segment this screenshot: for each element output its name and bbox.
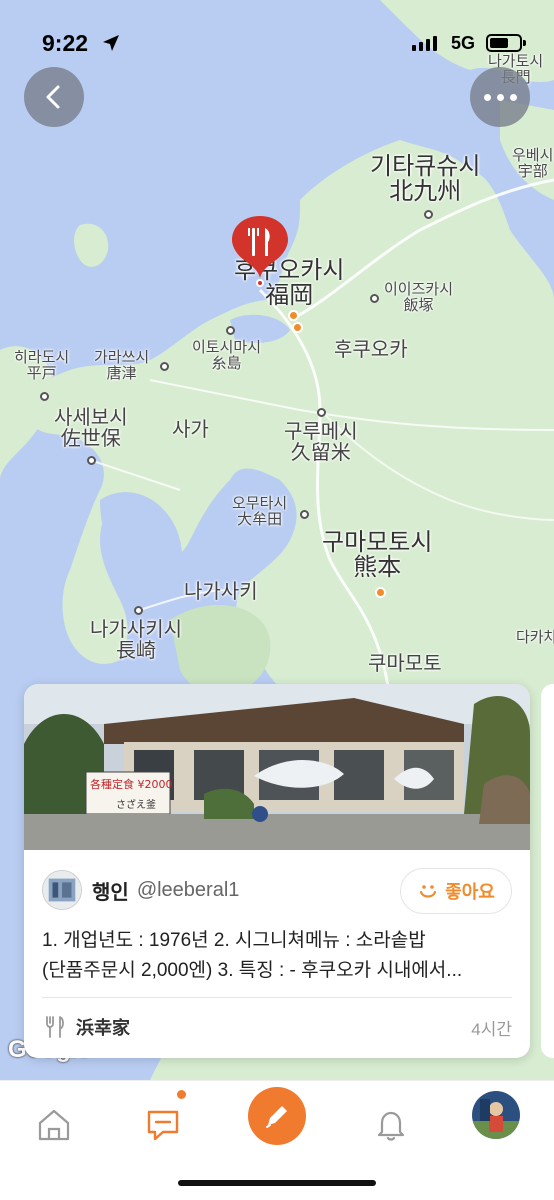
write-button[interactable] bbox=[248, 1087, 306, 1145]
smile-icon bbox=[420, 885, 437, 898]
place-name: 浜幸家 bbox=[76, 1018, 130, 1038]
like-button[interactable]: 좋아요 bbox=[400, 868, 512, 914]
pin-location-dot bbox=[256, 279, 264, 287]
map-label-dakacha: 다카차 bbox=[516, 629, 554, 646]
map-label-nagasaki: 나가사키 bbox=[184, 581, 258, 603]
city-dot bbox=[300, 510, 309, 519]
map-label-saga: 사가 bbox=[172, 419, 209, 441]
profile-avatar[interactable] bbox=[472, 1091, 520, 1139]
map-label-fukuoka-pref: 후쿠오카 bbox=[334, 339, 408, 361]
city-dot bbox=[226, 326, 235, 335]
avatar bbox=[42, 870, 82, 910]
map-label-karatsu: 가라쓰시 唐津 bbox=[94, 349, 150, 382]
pencil-icon bbox=[266, 1106, 287, 1128]
tab-notifications[interactable] bbox=[361, 1095, 421, 1155]
city-dot bbox=[160, 362, 169, 371]
post-body-line-2: (단품주문시 2,000엔) 3. 특징 : - 후쿠오카 시내에서... bbox=[42, 960, 463, 981]
city-dot bbox=[424, 210, 433, 219]
poi-dot bbox=[292, 322, 303, 333]
author-info[interactable]: 행인 @leeberal1 bbox=[42, 870, 239, 910]
city-dot bbox=[87, 456, 96, 465]
signal-icon bbox=[412, 36, 437, 51]
more-horizontal-icon bbox=[483, 93, 517, 101]
poi-dot bbox=[288, 310, 299, 321]
utensils-icon bbox=[46, 1016, 64, 1038]
map-label-itoshima: 이토시마시 糸島 bbox=[192, 339, 262, 372]
map-label-ube: 우베시 宇部 bbox=[512, 147, 554, 180]
divider bbox=[42, 997, 512, 998]
place-link[interactable]: 浜幸家 bbox=[44, 1014, 130, 1040]
chat-notification-badge bbox=[177, 1090, 186, 1099]
chevron-left-icon bbox=[46, 85, 60, 109]
map-label-kumamoto-pref: 쿠마모토 bbox=[368, 653, 442, 675]
home-icon bbox=[38, 1109, 70, 1141]
post-body: 1. 개업년도 : 1976년 2. 시그니쳐메뉴 : 소라솥밥 (단품주문시 … bbox=[42, 926, 514, 986]
status-time: 9:22 bbox=[42, 30, 89, 56]
location-arrow-icon bbox=[103, 35, 119, 51]
status-bar: 9:22 5G bbox=[0, 0, 554, 80]
map-label-iizuka: 이이즈카시 飯塚 bbox=[384, 281, 454, 314]
city-dot bbox=[134, 606, 143, 615]
city-dot bbox=[40, 392, 49, 401]
city-dot bbox=[370, 294, 379, 303]
home-indicator bbox=[178, 1180, 376, 1186]
battery-icon bbox=[486, 34, 526, 52]
restaurant-photo: 各種定食 ¥2000 さざえ釜 bbox=[24, 684, 530, 850]
author-name: 행인 bbox=[92, 881, 129, 904]
restaurant-pin-icon[interactable] bbox=[230, 214, 290, 280]
map-label-hirado: 히라도시 平戸 bbox=[14, 349, 70, 382]
map-label-kurume: 구루메시 久留米 bbox=[284, 421, 358, 464]
post-card[interactable]: 各種定食 ¥2000 さざえ釜 행인 @leeberal1 좋아요 1. 개업년… bbox=[24, 684, 530, 1058]
poi-dot bbox=[375, 587, 386, 598]
post-time: 4시간 bbox=[471, 1020, 512, 1039]
chat-icon bbox=[147, 1110, 179, 1141]
bell-icon bbox=[377, 1111, 405, 1141]
city-dot bbox=[317, 408, 326, 417]
next-card-peek[interactable] bbox=[541, 684, 554, 1058]
like-label: 좋아요 bbox=[445, 882, 495, 902]
tab-home[interactable] bbox=[24, 1095, 84, 1155]
photo-sign-text: 各種定食 ¥2000 bbox=[90, 777, 173, 791]
photo-sign-text2: さざえ釜 bbox=[116, 798, 156, 811]
map-label-kumamoto-city: 구마모토시 熊本 bbox=[322, 529, 433, 582]
tab-chat[interactable] bbox=[133, 1095, 193, 1155]
map-label-kitakyushu: 기타큐슈시 北九州 bbox=[370, 153, 481, 206]
map-label-sasebo: 사세보시 佐世保 bbox=[54, 407, 128, 450]
author-handle: @leeberal1 bbox=[136, 878, 240, 901]
map-label-nagasaki-city: 나가사키시 長崎 bbox=[90, 619, 182, 662]
network-type: 5G bbox=[451, 33, 476, 53]
map-label-omuta: 오무타시 大牟田 bbox=[232, 495, 288, 528]
post-body-line-1: 1. 개업년도 : 1976년 2. 시그니쳐메뉴 : 소라솥밥 bbox=[42, 930, 426, 951]
